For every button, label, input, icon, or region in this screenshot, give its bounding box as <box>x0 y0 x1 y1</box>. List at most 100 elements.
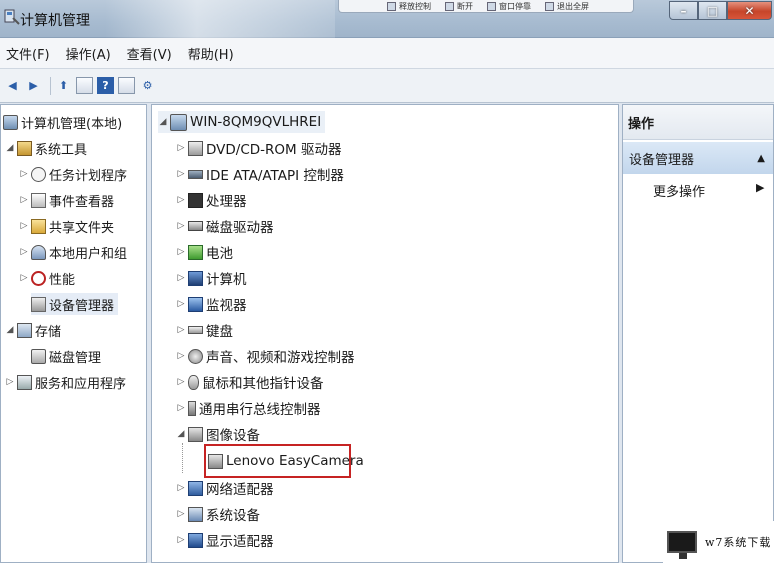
device-category-battery[interactable]: ▷ 电池 <box>176 241 233 263</box>
device-category-computer[interactable]: ▷ 计算机 <box>176 267 247 289</box>
sound-icon <box>188 348 203 364</box>
expanded-arrow-icon[interactable]: ◢ <box>5 325 15 335</box>
collapse-arrow-icon[interactable]: ▲ <box>757 153 765 164</box>
watermark-text: w7系统下载 <box>705 536 772 549</box>
collapsed-arrow-icon[interactable]: ▷ <box>19 221 29 231</box>
collapsed-arrow-icon[interactable]: ▷ <box>19 273 29 283</box>
monitor-logo-icon <box>667 531 697 559</box>
collapsed-arrow-icon[interactable]: ▷ <box>176 483 186 493</box>
tree-item-performance[interactable]: ▷ 性能 <box>19 267 75 289</box>
device-category-network[interactable]: ▷ 网络适配器 <box>176 477 274 499</box>
device-category-imaging[interactable]: ◢ 图像设备 <box>176 423 260 445</box>
collapsed-arrow-icon[interactable]: ▷ <box>176 195 186 205</box>
properties-icon[interactable] <box>76 77 93 94</box>
collapsed-arrow-icon[interactable]: ▷ <box>5 377 15 387</box>
collapsed-arrow-icon[interactable]: ▷ <box>176 535 186 545</box>
performance-icon <box>31 270 46 286</box>
device-category-processor[interactable]: ▷ 处理器 <box>176 189 247 211</box>
show-hide-icon[interactable] <box>118 77 135 94</box>
collapsed-arrow-icon[interactable]: ▷ <box>176 247 186 257</box>
collapsed-arrow-icon[interactable]: ▷ <box>176 221 186 231</box>
minimize-button[interactable]: – <box>669 1 698 20</box>
tree-item-disk-management[interactable]: 磁盘管理 <box>31 345 101 367</box>
clock-icon <box>31 166 46 182</box>
tree-item-system-tools[interactable]: ◢ 系统工具 <box>5 137 87 159</box>
expanded-arrow-icon[interactable]: ◢ <box>5 143 15 153</box>
device-category-ide[interactable]: ▷ IDE ATA/ATAPI 控制器 <box>176 163 344 185</box>
usb-icon <box>188 400 196 416</box>
actions-section-device-manager[interactable]: 设备管理器 ▲ <box>623 142 773 174</box>
system-device-icon <box>188 506 203 522</box>
menu-view[interactable]: 查看(V) <box>127 44 172 63</box>
menu-action[interactable]: 操作(A) <box>66 44 111 63</box>
device-category-system[interactable]: ▷ 系统设备 <box>176 503 260 525</box>
help-icon[interactable]: ? <box>97 77 114 94</box>
tree-item-storage[interactable]: ◢ 存储 <box>5 319 61 341</box>
up-folder-icon[interactable]: ⬆ <box>55 77 72 94</box>
exit-fullscreen-icon <box>545 1 554 11</box>
dvd-icon <box>188 140 203 156</box>
device-category-display[interactable]: ▷ 显示适配器 <box>176 529 274 551</box>
actions-pane: 操作 设备管理器 ▲ 更多操作 ▶ <box>622 104 774 563</box>
collapsed-arrow-icon[interactable]: ▷ <box>176 377 186 387</box>
collapsed-arrow-icon[interactable]: ▷ <box>176 273 186 283</box>
display-adapter-icon <box>188 532 203 548</box>
tree-root[interactable]: 计算机管理(本地) <box>3 111 122 133</box>
release-control-button[interactable]: 释放控制 <box>387 1 431 12</box>
console-tree-pane: 计算机管理(本地) ◢ 系统工具 ▷ 任务计划程序 ▷ 事件查看器 ▷ 共享文件… <box>0 104 147 563</box>
tree-item-services-apps[interactable]: ▷ 服务和应用程序 <box>5 371 126 393</box>
device-category-monitors[interactable]: ▷ 监视器 <box>176 293 247 315</box>
services-icon <box>17 374 32 390</box>
disconnect-button[interactable]: 断开 <box>445 1 473 12</box>
computer-icon <box>170 113 187 131</box>
menu-help[interactable]: 帮助(H) <box>188 44 234 63</box>
mouse-icon <box>188 374 199 390</box>
more-actions-link[interactable]: 更多操作 <box>653 181 705 200</box>
menu-file[interactable]: 文件(F) <box>6 44 50 63</box>
imaging-icon <box>188 426 203 442</box>
computer-management-icon <box>4 9 20 25</box>
back-arrow-icon[interactable]: ◀ <box>4 77 21 94</box>
title-bar: 计算机管理 释放控制 断开 窗口停靠 退出全屏 – □ ✕ <box>0 0 774 38</box>
device-category-usb[interactable]: ▷ 通用串行总线控制器 <box>176 397 321 419</box>
collapsed-arrow-icon[interactable]: ▷ <box>19 247 29 257</box>
maximize-button[interactable]: □ <box>698 1 727 20</box>
release-control-icon <box>387 1 396 11</box>
collapsed-arrow-icon[interactable]: ▷ <box>19 169 29 179</box>
collapsed-arrow-icon[interactable]: ▷ <box>19 195 29 205</box>
tree-item-task-scheduler[interactable]: ▷ 任务计划程序 <box>19 163 127 185</box>
device-category-disk-drives[interactable]: ▷ 磁盘驱动器 <box>176 215 274 237</box>
window-controls: – □ ✕ <box>669 1 772 20</box>
collapsed-arrow-icon[interactable]: ▷ <box>176 143 186 153</box>
window-dock-button[interactable]: 窗口停靠 <box>487 1 531 12</box>
close-button[interactable]: ✕ <box>727 1 772 20</box>
tools-icon <box>17 140 32 156</box>
exit-fullscreen-button[interactable]: 退出全屏 <box>545 1 589 12</box>
ide-controller-icon <box>188 169 203 179</box>
scan-hardware-icon[interactable]: ⚙ <box>139 77 156 94</box>
tree-item-device-manager[interactable]: 设备管理器 <box>31 293 119 315</box>
collapsed-arrow-icon[interactable]: ▷ <box>176 169 186 179</box>
expanded-arrow-icon[interactable]: ◢ <box>176 429 186 439</box>
device-category-keyboards[interactable]: ▷ 键盘 <box>176 319 233 341</box>
forward-arrow-icon[interactable]: ▶ <box>25 77 42 94</box>
collapsed-arrow-icon[interactable]: ▷ <box>176 509 186 519</box>
collapsed-arrow-icon[interactable]: ▷ <box>176 403 186 413</box>
device-category-sound[interactable]: ▷ 声音、视频和游戏控制器 <box>176 345 355 367</box>
collapsed-arrow-icon[interactable]: ▷ <box>176 299 186 309</box>
tree-item-shared-folders[interactable]: ▷ 共享文件夹 <box>19 215 114 237</box>
device-category-mice[interactable]: ▷ 鼠标和其他指针设备 <box>176 371 324 393</box>
collapsed-arrow-icon[interactable]: ▷ <box>176 351 186 361</box>
device-lenovo-easycamera[interactable]: Lenovo EasyCamera <box>208 450 364 472</box>
toolbar-divider <box>50 76 51 95</box>
tree-connector-line <box>182 443 183 473</box>
device-category-dvd[interactable]: ▷ DVD/CD-ROM 驱动器 <box>176 137 341 159</box>
computer-management-icon <box>3 114 18 130</box>
tree-item-local-users[interactable]: ▷ 本地用户和组 <box>19 241 127 263</box>
device-tree-root[interactable]: ◢ WIN-8QM9QVLHREI <box>158 111 326 133</box>
tree-item-event-viewer[interactable]: ▷ 事件查看器 <box>19 189 114 211</box>
expanded-arrow-icon[interactable]: ◢ <box>158 117 168 127</box>
submenu-arrow-icon[interactable]: ▶ <box>756 181 764 194</box>
disk-drive-icon <box>188 221 203 231</box>
collapsed-arrow-icon[interactable]: ▷ <box>176 325 186 335</box>
